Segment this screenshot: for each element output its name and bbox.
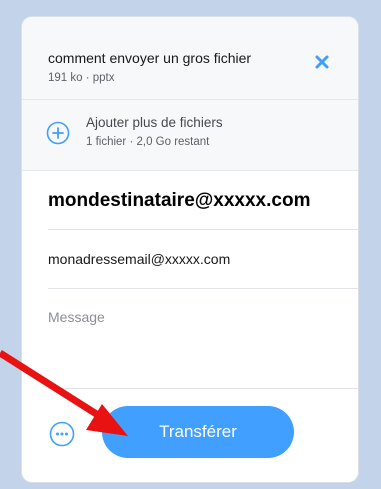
more-options-icon xyxy=(49,421,75,447)
recipient-email-field[interactable] xyxy=(48,173,356,229)
close-icon xyxy=(315,55,329,69)
file-name: comment envoyer un gros fichier xyxy=(48,50,252,66)
uploaded-file-item: comment envoyer un gros fichier 191 ko ·… xyxy=(22,17,358,100)
divider xyxy=(48,288,358,289)
transfer-button[interactable]: Transférer xyxy=(102,406,294,458)
divider xyxy=(48,388,358,389)
add-more-files-button[interactable]: Ajouter plus de fichiers 1 fichier · 2,0… xyxy=(22,100,358,171)
message-field[interactable] xyxy=(48,309,348,379)
plus-circle-icon xyxy=(46,121,70,145)
transfer-panel: comment envoyer un gros fichier 191 ko ·… xyxy=(22,17,358,482)
add-files-remaining: 1 fichier · 2,0 Go restant xyxy=(86,136,210,148)
sender-email-field[interactable] xyxy=(48,231,356,287)
more-options-button[interactable] xyxy=(49,421,75,447)
stage: comment envoyer un gros fichier 191 ko ·… xyxy=(0,0,381,489)
file-meta: 191 ko · pptx xyxy=(48,72,115,84)
remove-file-button[interactable] xyxy=(311,51,333,73)
file-name-fade xyxy=(272,45,304,69)
divider xyxy=(48,229,358,230)
add-files-label: Ajouter plus de fichiers xyxy=(86,115,223,130)
